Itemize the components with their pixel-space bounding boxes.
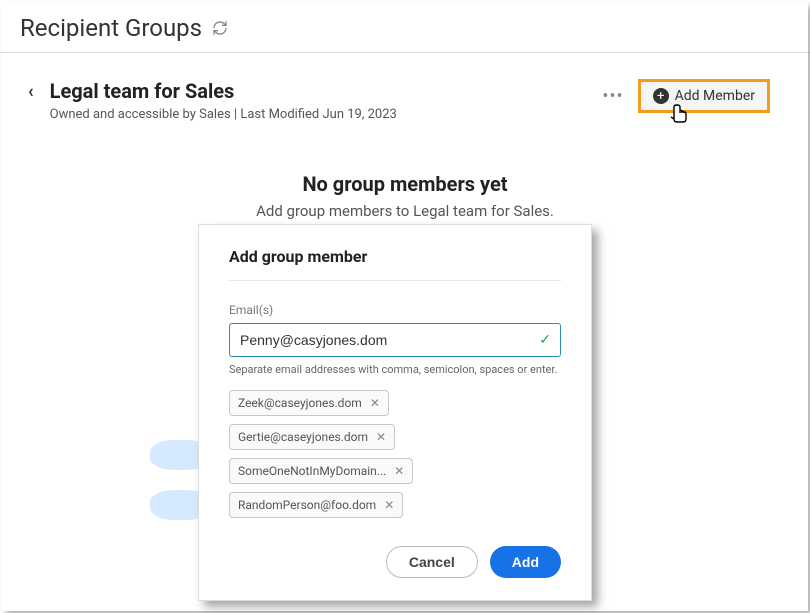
email-chip[interactable]: RandomPerson@foo.dom ✕ bbox=[229, 492, 403, 518]
email-input[interactable] bbox=[229, 323, 561, 357]
add-button[interactable]: Add bbox=[490, 546, 561, 578]
group-name-heading: Legal team for Sales bbox=[50, 79, 603, 103]
chip-label: Gertie@caseyjones.dom bbox=[238, 430, 368, 444]
email-chip[interactable]: Zeek@caseyjones.dom ✕ bbox=[229, 390, 389, 416]
back-chevron-icon[interactable]: ‹ bbox=[28, 81, 34, 102]
chip-label: Zeek@caseyjones.dom bbox=[238, 396, 362, 410]
add-member-dialog: Add group member Email(s) ✓ Separate ema… bbox=[198, 224, 592, 601]
group-owner-text: Owned and accessible by Sales bbox=[50, 107, 231, 122]
email-chips-container: Zeek@caseyjones.dom ✕ Gertie@caseyjones.… bbox=[229, 390, 561, 518]
empty-state-title: No group members yet bbox=[0, 172, 810, 196]
refresh-icon[interactable] bbox=[212, 20, 228, 36]
cancel-button[interactable]: Cancel bbox=[386, 546, 478, 578]
empty-state-subtitle: Add group members to Legal team for Sale… bbox=[0, 202, 810, 220]
add-member-button[interactable]: + Add Member bbox=[638, 79, 770, 113]
dialog-title: Add group member bbox=[229, 247, 561, 281]
chip-remove-icon[interactable]: ✕ bbox=[384, 498, 394, 512]
email-chip[interactable]: SomeOneNotInMyDomain... ✕ bbox=[229, 458, 413, 484]
add-member-label: Add Member bbox=[675, 88, 755, 104]
email-field-label: Email(s) bbox=[229, 303, 561, 317]
plus-circle-icon: + bbox=[653, 88, 669, 104]
more-options-icon[interactable]: ••• bbox=[602, 86, 623, 107]
email-hint-text: Separate email addresses with comma, sem… bbox=[229, 363, 561, 376]
page-title: Recipient Groups bbox=[20, 14, 202, 42]
checkmark-icon: ✓ bbox=[539, 332, 551, 348]
pointer-cursor-icon bbox=[667, 104, 691, 136]
chip-label: RandomPerson@foo.dom bbox=[238, 498, 376, 512]
chip-remove-icon[interactable]: ✕ bbox=[394, 464, 404, 478]
chip-label: SomeOneNotInMyDomain... bbox=[238, 464, 386, 478]
chip-remove-icon[interactable]: ✕ bbox=[376, 430, 386, 444]
email-chip[interactable]: Gertie@caseyjones.dom ✕ bbox=[229, 424, 395, 450]
group-modified-text: Last Modified Jun 19, 2023 bbox=[240, 107, 397, 122]
chip-remove-icon[interactable]: ✕ bbox=[370, 396, 380, 410]
group-subtitle: Owned and accessible by Sales | Last Mod… bbox=[50, 107, 603, 122]
